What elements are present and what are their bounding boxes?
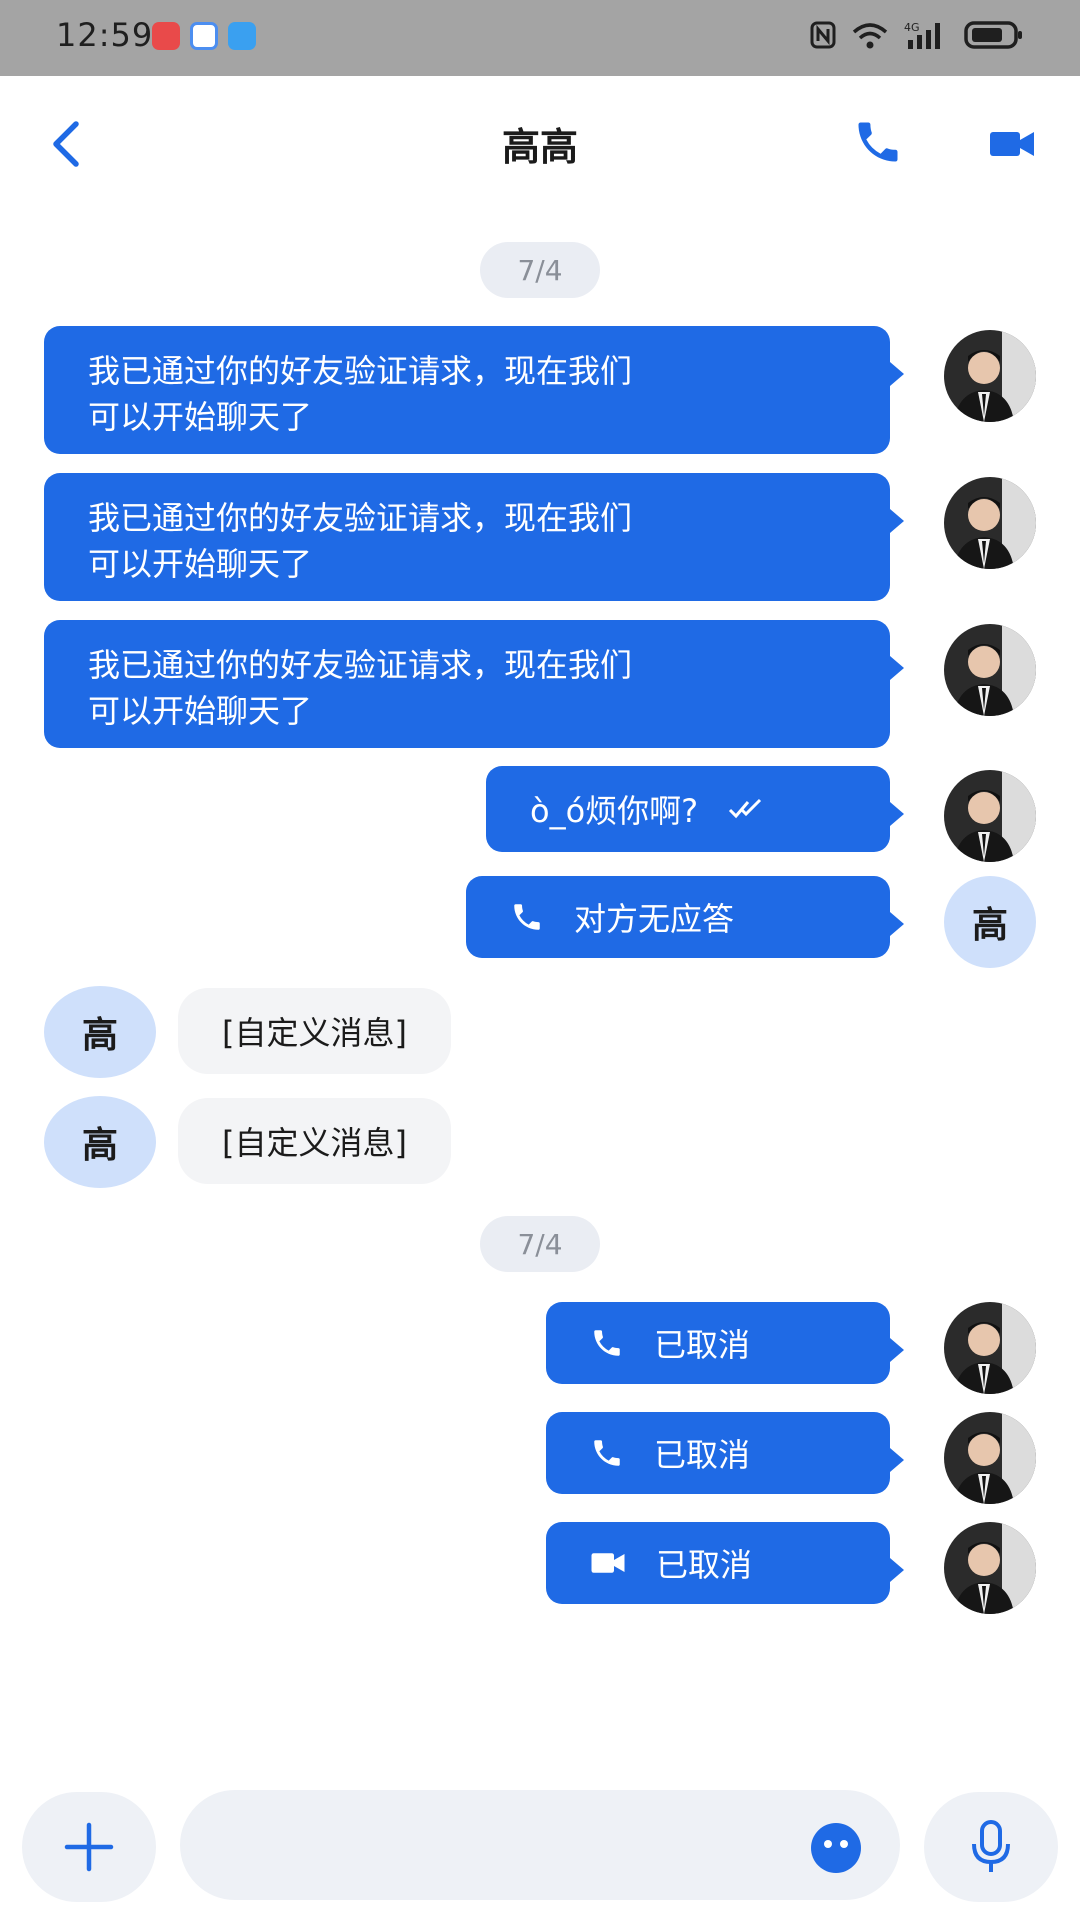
message-text-line: 可以开始聊天了 bbox=[88, 545, 313, 583]
phone-icon bbox=[858, 122, 898, 162]
voice-input-button[interactable] bbox=[924, 1792, 1058, 1902]
call-status-label: 已取消 bbox=[654, 1436, 751, 1474]
chat-title: 高高 bbox=[501, 125, 578, 169]
app-notification-icon bbox=[152, 22, 180, 50]
microphone-icon bbox=[972, 1820, 1010, 1872]
chat-header: 高高 bbox=[0, 76, 1080, 206]
call-status-label: 对方无应答 bbox=[574, 900, 735, 938]
status-bar: 12:59 4G bbox=[0, 0, 1080, 76]
user-avatar[interactable] bbox=[944, 1302, 1036, 1394]
app-notification-icon bbox=[190, 22, 218, 50]
call-record-bubble[interactable]: 已取消 bbox=[546, 1302, 904, 1384]
contact-avatar[interactable]: 高 bbox=[44, 1096, 156, 1188]
svg-text:4G: 4G bbox=[904, 21, 920, 34]
message-text-line: 我已通过你的好友验证请求，现在我们 bbox=[88, 352, 633, 390]
phone-icon bbox=[594, 1330, 620, 1356]
phone-icon bbox=[594, 1440, 620, 1466]
plus-icon bbox=[64, 1822, 114, 1872]
composer-bar bbox=[0, 1766, 1080, 1920]
avatar-photo-icon bbox=[944, 477, 1036, 569]
call-record-bubble[interactable]: 对方无应答 bbox=[466, 876, 904, 958]
user-avatar[interactable] bbox=[944, 624, 1036, 716]
message-text: ò_ó烦你啊? bbox=[530, 792, 699, 830]
call-status-label: 已取消 bbox=[654, 1326, 751, 1364]
call-status-label: 已取消 bbox=[656, 1546, 753, 1584]
user-avatar[interactable] bbox=[944, 1412, 1036, 1504]
incoming-message-bubble[interactable]: [自定义消息] bbox=[178, 988, 451, 1074]
avatar-photo-icon bbox=[944, 330, 1036, 422]
video-camera-icon bbox=[990, 132, 1034, 156]
nfc-icon bbox=[810, 21, 836, 49]
phone-icon bbox=[514, 904, 540, 930]
avatar-photo-icon bbox=[944, 1412, 1036, 1504]
outgoing-message-bubble[interactable]: ò_ó烦你啊? bbox=[486, 766, 904, 852]
app-notification-icon bbox=[228, 22, 256, 50]
wifi-icon bbox=[852, 23, 888, 49]
message-input[interactable] bbox=[180, 1790, 900, 1900]
contact-avatar[interactable]: 高 bbox=[944, 876, 1036, 968]
outgoing-message-bubble[interactable]: 我已通过你的好友验证请求，现在我们 可以开始聊天了 bbox=[44, 473, 904, 601]
user-avatar[interactable] bbox=[944, 770, 1036, 862]
date-separator: 7/4 bbox=[480, 242, 600, 298]
battery-icon bbox=[964, 21, 1022, 49]
date-separator: 7/4 bbox=[480, 1216, 600, 1272]
signal-4g-icon: 4G bbox=[904, 21, 940, 49]
video-call-button[interactable] bbox=[988, 124, 1036, 164]
status-notification-icons bbox=[152, 22, 256, 50]
incoming-message-bubble[interactable]: [自定义消息] bbox=[178, 1098, 451, 1184]
read-receipt-icon bbox=[729, 798, 762, 819]
avatar-photo-icon bbox=[944, 770, 1036, 862]
status-time: 12:59 bbox=[56, 16, 154, 54]
voice-call-button[interactable] bbox=[852, 116, 904, 168]
outgoing-message-bubble[interactable]: 我已通过你的好友验证请求，现在我们 可以开始聊天了 bbox=[44, 620, 904, 748]
status-right-icons: 4G bbox=[810, 20, 1024, 50]
message-text-line: 我已通过你的好友验证请求，现在我们 bbox=[88, 646, 633, 684]
avatar-photo-icon bbox=[944, 1522, 1036, 1614]
call-record-bubble[interactable]: 已取消 bbox=[546, 1412, 904, 1494]
video-camera-icon bbox=[591, 1553, 625, 1573]
chat-screen: 12:59 4G 高高 7/4 我已通过你的好友验证请求，现在我们 可以开始聊天… bbox=[0, 0, 1080, 1920]
avatar-photo-icon bbox=[944, 1302, 1036, 1394]
user-avatar[interactable] bbox=[944, 330, 1036, 422]
emoji-button[interactable] bbox=[810, 1822, 862, 1874]
emoji-icon bbox=[811, 1823, 861, 1873]
contact-avatar[interactable]: 高 bbox=[44, 986, 156, 1078]
message-text-line: 我已通过你的好友验证请求，现在我们 bbox=[88, 499, 633, 537]
message-text-line: 可以开始聊天了 bbox=[88, 692, 313, 730]
call-record-bubble[interactable]: 已取消 bbox=[546, 1522, 904, 1604]
avatar-photo-icon bbox=[944, 624, 1036, 716]
user-avatar[interactable] bbox=[944, 1522, 1036, 1614]
message-list[interactable]: 7/4 我已通过你的好友验证请求，现在我们 可以开始聊天了 我已通过你的好友验证… bbox=[0, 206, 1080, 1766]
attach-button[interactable] bbox=[22, 1792, 156, 1902]
message-text-line: 可以开始聊天了 bbox=[88, 398, 313, 436]
user-avatar[interactable] bbox=[944, 477, 1036, 569]
outgoing-message-bubble[interactable]: 我已通过你的好友验证请求，现在我们 可以开始聊天了 bbox=[44, 326, 904, 454]
